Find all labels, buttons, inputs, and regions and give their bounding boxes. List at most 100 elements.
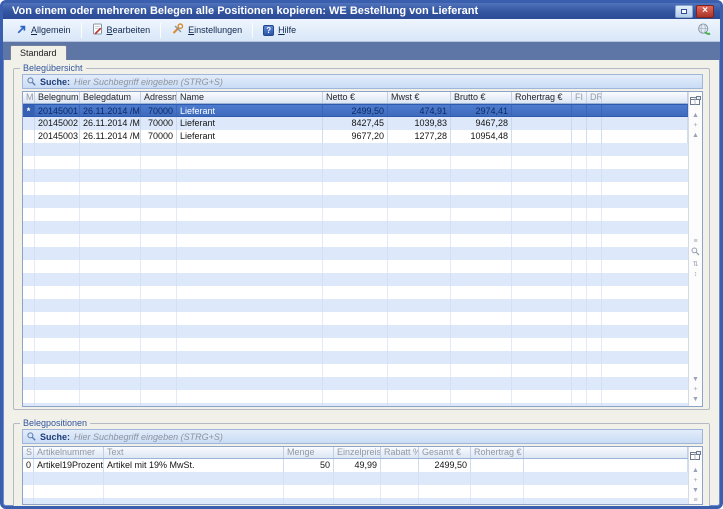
cell: * (23, 104, 35, 117)
cell (381, 459, 419, 472)
menu-icon[interactable]: ≡ (690, 237, 702, 247)
positionen-table: SArtikelnummerTextMengeEinzelpreis €Raba… (22, 446, 703, 505)
toolbar-button-bearbeiten[interactable]: Bearbeiten (85, 21, 158, 40)
go-first-icon[interactable]: ▲ (690, 466, 702, 476)
column-header[interactable]: Mwst € (388, 92, 451, 103)
column-gridline (586, 104, 587, 406)
toolbar-button-allgemein[interactable]: Allgemein (9, 21, 78, 40)
cell: 50 (284, 459, 334, 472)
cell: 70000 (141, 130, 177, 143)
column-header[interactable]: FI (572, 92, 587, 103)
column-header[interactable]: Belegdatum (80, 92, 141, 103)
column-header[interactable]: Name (177, 92, 323, 103)
column-header[interactable]: Menge (284, 447, 334, 458)
cell (602, 117, 688, 130)
cell: 49,99 (334, 459, 381, 472)
search-icon (27, 73, 36, 91)
go-previous-icon[interactable]: ▲ (690, 131, 702, 141)
column-header[interactable]: Einzelpreis € (334, 447, 381, 458)
cell: 2499,50 (323, 104, 388, 117)
table-row[interactable]: *2014500126.11.2014 /Mi70000Lieferant249… (23, 104, 688, 117)
column-chooser-icon[interactable] (690, 448, 701, 466)
column-header[interactable] (602, 92, 688, 103)
column-header[interactable]: Rohertrag € (512, 92, 572, 103)
cell (587, 104, 602, 117)
column-gridline (34, 104, 35, 406)
column-header[interactable]: Text (104, 447, 284, 458)
table-row[interactable]: 2014500226.11.2014 /Mi70000Lieferant8427… (23, 117, 688, 130)
search-label: Suche: (40, 77, 70, 87)
sort-icon[interactable]: ⇅ (690, 260, 702, 270)
search-icon[interactable] (690, 247, 702, 260)
cell (587, 130, 602, 143)
table-row[interactable]: 0Artikel19ProzentArtikel mit 19% MwSt.50… (23, 459, 688, 472)
go-last-icon[interactable]: ▼ (690, 395, 702, 405)
toolbar-button-hilfe[interactable]: ?Hilfe (256, 21, 303, 40)
column-header[interactable]: Rabatt % (381, 447, 419, 458)
cell: 2974,41 (451, 104, 512, 117)
column-header[interactable]: Artikelnummer (34, 447, 104, 458)
add-row-icon[interactable]: + (690, 121, 702, 131)
search-icon (27, 428, 36, 446)
column-gridline (140, 104, 141, 406)
column-header[interactable]: Belegnummer (35, 92, 80, 103)
resize-icon[interactable]: ↕ (690, 270, 702, 280)
toolbar-button-einstellungen[interactable]: Einstellungen (164, 21, 249, 40)
add-row-icon[interactable]: + (690, 385, 702, 395)
column-header[interactable]: M (23, 92, 35, 103)
add-row-icon[interactable]: + (690, 476, 702, 486)
column-gridline (387, 104, 388, 406)
column-gridline (511, 104, 512, 406)
search-input[interactable]: Suche: Hier Suchbegriff eingeben (STRG+S… (22, 74, 703, 89)
content-panel: Belegübersicht Suche: Hier Suchbegriff e… (3, 60, 720, 505)
search-label: Suche: (40, 432, 70, 442)
cell: 26.11.2014 /Mi (80, 117, 141, 130)
column-chooser-icon[interactable] (690, 93, 701, 111)
cell (471, 459, 524, 472)
cell: 9677,20 (323, 130, 388, 143)
toolbar-button-label: Einstellungen (188, 25, 242, 35)
table-body: *2014500126.11.2014 /Mi70000Lieferant249… (23, 104, 688, 406)
column-header[interactable]: DR (587, 92, 602, 103)
toolbar-separator (81, 23, 82, 38)
close-icon[interactable]: × (696, 5, 714, 18)
toolbar-button-label: Bearbeiten (107, 25, 151, 35)
column-header[interactable]: S (23, 447, 34, 458)
cell: 20145001 (35, 104, 80, 117)
table-body: 0Artikel19ProzentArtikel mit 19% MwSt.50… (23, 459, 688, 504)
restore-window-icon[interactable] (675, 5, 693, 18)
tab-standard[interactable]: Standard (10, 45, 67, 60)
column-header[interactable] (524, 447, 688, 458)
tab-bar: Standard (3, 42, 720, 60)
nav-icon[interactable]: ≡ (690, 496, 702, 506)
column-header[interactable]: Adressnumm (141, 92, 177, 103)
column-gridline (322, 104, 323, 406)
cell (572, 117, 587, 130)
cell: 0 (23, 459, 34, 472)
column-header[interactable]: Rohertrag € (471, 447, 524, 458)
window-title: Von einem oder mehreren Belegen alle Pos… (12, 5, 669, 17)
cell (587, 117, 602, 130)
titlebar[interactable]: Von einem oder mehreren Belegen alle Pos… (3, 3, 720, 19)
globe-sync-icon[interactable] (697, 23, 711, 41)
table-row[interactable]: 2014500326.11.2014 /Mi70000Lieferant9677… (23, 130, 688, 143)
cell: Lieferant (177, 130, 323, 143)
cell: 9467,28 (451, 117, 512, 130)
column-header[interactable]: Brutto € (451, 92, 512, 103)
cell: 474,91 (388, 104, 451, 117)
cell (572, 104, 587, 117)
cell (23, 130, 35, 143)
cell: 70000 (141, 104, 177, 117)
search-input[interactable]: Suche: Hier Suchbegriff eingeben (STRG+S… (22, 429, 703, 444)
go-next-icon[interactable]: ▼ (690, 375, 702, 385)
group-belegpositionen: Belegpositionen Suche: Hier Suchbegriff … (13, 423, 710, 508)
column-header[interactable]: Gesamt € (419, 447, 471, 458)
column-header[interactable]: Netto € (323, 92, 388, 103)
column-gridline (176, 104, 177, 406)
go-first-icon[interactable]: ▲ (690, 111, 702, 121)
cell: 20145002 (35, 117, 80, 130)
cell: 20145003 (35, 130, 80, 143)
cell (602, 104, 688, 117)
cell (23, 117, 35, 130)
go-previous-icon[interactable]: ▼ (690, 486, 702, 496)
